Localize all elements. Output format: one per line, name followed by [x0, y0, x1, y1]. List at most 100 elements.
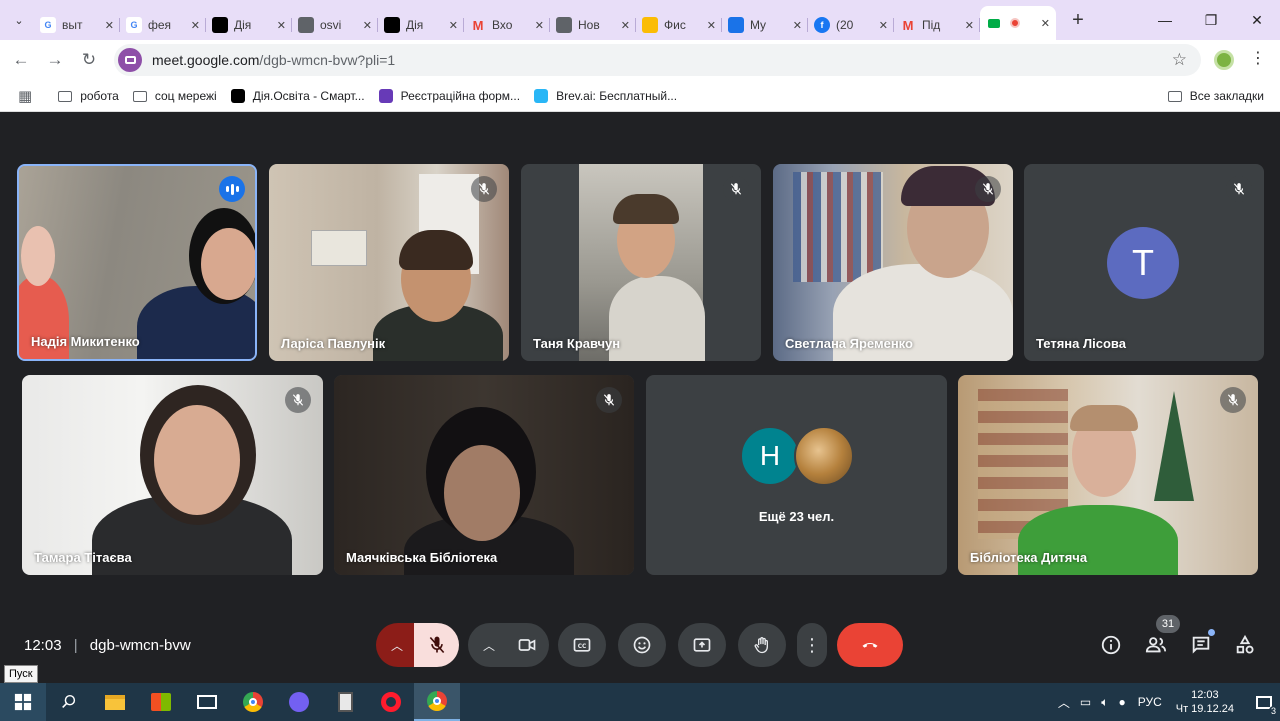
mail-button[interactable] — [184, 683, 230, 721]
mic-options-button[interactable]: ︿ — [376, 623, 418, 667]
tab-title: Дія — [234, 18, 252, 32]
close-tab-icon[interactable]: ✕ — [793, 19, 802, 32]
reactions-button[interactable] — [618, 623, 666, 667]
close-tab-icon[interactable]: ✕ — [707, 19, 716, 32]
new-tab-button[interactable]: + — [1064, 9, 1092, 32]
language-indicator[interactable]: РУС — [1138, 695, 1162, 709]
browser-tab[interactable]: Дія ✕ — [378, 10, 464, 40]
close-tab-icon[interactable]: ✕ — [191, 19, 200, 32]
mic-off-icon — [429, 636, 444, 654]
present-screen-button[interactable] — [678, 623, 726, 667]
activities-button[interactable] — [1231, 631, 1259, 659]
calculator-button[interactable] — [322, 683, 368, 721]
viber-button[interactable] — [276, 683, 322, 721]
apps-grid-icon[interactable]: ▦ — [18, 87, 32, 105]
address-bar[interactable]: meet.google.com/dgb-wmcn-bvw?pli=1 ☆ — [114, 44, 1201, 76]
browser-tab[interactable]: f (20 ✕ — [808, 10, 894, 40]
participant-tile[interactable]: Светлана Яременко — [773, 164, 1013, 361]
participant-avatar: T — [1107, 227, 1179, 299]
start-button[interactable] — [0, 683, 46, 721]
maximize-button[interactable]: ❐ — [1188, 0, 1234, 40]
mic-off-icon — [1226, 176, 1252, 202]
tab-search-button[interactable]: ⌄ — [4, 5, 34, 35]
close-tab-icon[interactable]: ✕ — [277, 19, 286, 32]
mic-toggle-button[interactable] — [414, 623, 459, 667]
notifications-button[interactable]: 3 — [1248, 683, 1280, 721]
close-tab-icon[interactable]: ✕ — [105, 19, 114, 32]
microphone-icon[interactable]: ● — [1118, 695, 1125, 709]
browser-tab[interactable]: Gвыт ✕ — [34, 10, 120, 40]
browser-tab[interactable]: Gфея ✕ — [120, 10, 206, 40]
store-icon — [151, 693, 171, 711]
close-tab-icon[interactable]: ✕ — [535, 19, 544, 32]
participant-tile[interactable]: Бібліотека Дитяча — [958, 375, 1258, 575]
reload-button[interactable]: ↻ — [72, 50, 106, 70]
minimize-button[interactable]: — — [1142, 0, 1188, 40]
participant-tile[interactable]: Ларіса Павлунік — [269, 164, 509, 361]
browser-tab[interactable]: Нов ✕ — [550, 10, 636, 40]
browser-tab[interactable]: Фис ✕ — [636, 10, 722, 40]
camera-options-button[interactable]: ︿ — [468, 623, 510, 667]
emoji-icon — [633, 636, 651, 654]
participant-tile[interactable]: Маячківська Бібліотека — [334, 375, 634, 575]
chevron-up-icon[interactable]: ︿ — [1058, 694, 1070, 711]
profile-avatar[interactable] — [1214, 50, 1234, 70]
participant-tile[interactable]: Таня Кравчун — [521, 164, 761, 361]
chrome-taskbar-button[interactable] — [230, 683, 276, 721]
browser-tab[interactable]: ✕ — [980, 6, 1056, 40]
close-tab-icon[interactable]: ✕ — [879, 19, 888, 32]
more-options-button[interactable]: ⋮ — [797, 623, 827, 667]
others-tile[interactable]: H Ещё 23 чел. — [646, 375, 947, 575]
browser-tab[interactable]: My ✕ — [722, 10, 808, 40]
volume-icon[interactable]: 🔈︎ — [1101, 695, 1108, 710]
calculator-icon — [337, 692, 353, 712]
meeting-details-button[interactable] — [1097, 631, 1125, 659]
captions-button[interactable]: CC — [558, 623, 606, 667]
people-button[interactable] — [1142, 631, 1170, 659]
camera-icon — [518, 639, 536, 651]
bookmark-item[interactable]: Дія.Освіта - Смарт... — [230, 88, 365, 103]
browser-tab[interactable]: Дія ✕ — [206, 10, 292, 40]
forward-button[interactable]: → — [38, 50, 72, 70]
chrome-meet-taskbar-button[interactable] — [414, 683, 460, 721]
browser-toolbar: ← → ↻ meet.google.com/dgb-wmcn-bvw?pli=1… — [0, 40, 1280, 80]
tab-title: фея — [148, 18, 172, 32]
browser-tab[interactable]: osvi ✕ — [292, 10, 378, 40]
camera-toggle-button[interactable] — [505, 623, 549, 667]
network-icon[interactable]: ▭ — [1080, 695, 1091, 709]
leave-call-button[interactable] — [837, 623, 903, 667]
close-tab-icon[interactable]: ✕ — [621, 19, 630, 32]
site-info-icon[interactable] — [118, 48, 142, 72]
bookmark-item[interactable]: робота — [58, 89, 119, 103]
file-explorer-button[interactable] — [92, 683, 138, 721]
diia-icon — [384, 17, 400, 33]
raise-hand-button[interactable] — [738, 623, 786, 667]
participant-name: Тетяна Лісова — [1036, 336, 1126, 351]
opera-button[interactable] — [368, 683, 414, 721]
back-button[interactable]: ← — [4, 50, 38, 70]
chat-button[interactable] — [1187, 629, 1215, 659]
close-tab-icon[interactable]: ✕ — [449, 19, 458, 32]
close-window-button[interactable]: ✕ — [1234, 0, 1280, 40]
bookmark-label: Реєстраційна форм... — [400, 88, 521, 103]
close-tab-icon[interactable]: ✕ — [1041, 17, 1050, 30]
info-icon — [1101, 635, 1121, 655]
folder-icon — [132, 91, 147, 102]
bookmark-item[interactable]: Brev.ai: Бесплатный... — [534, 88, 677, 103]
bookmark-item[interactable]: Реєстраційна форм... — [378, 88, 521, 103]
search-button[interactable] — [46, 683, 92, 721]
store-button[interactable] — [138, 683, 184, 721]
participant-tile[interactable]: Тамара Тітаєва — [22, 375, 323, 575]
recording-icon — [1010, 18, 1020, 28]
all-bookmarks[interactable]: Все закладки — [1167, 89, 1264, 103]
browser-tab[interactable]: M Вхо ✕ — [464, 10, 550, 40]
close-tab-icon[interactable]: ✕ — [363, 19, 372, 32]
bookmark-item[interactable]: соц мережі — [132, 89, 217, 103]
participant-tile[interactable]: Надія Микитенко — [17, 164, 257, 361]
clock[interactable]: 12:03 Чт 19.12.24 — [1176, 688, 1234, 716]
browser-tab[interactable]: M Під ✕ — [894, 10, 980, 40]
browser-menu-icon[interactable]: ⋮ — [1250, 48, 1266, 68]
close-tab-icon[interactable]: ✕ — [965, 19, 974, 32]
spark-icon — [642, 17, 658, 33]
bookmark-star-icon[interactable]: ☆ — [1172, 50, 1187, 70]
